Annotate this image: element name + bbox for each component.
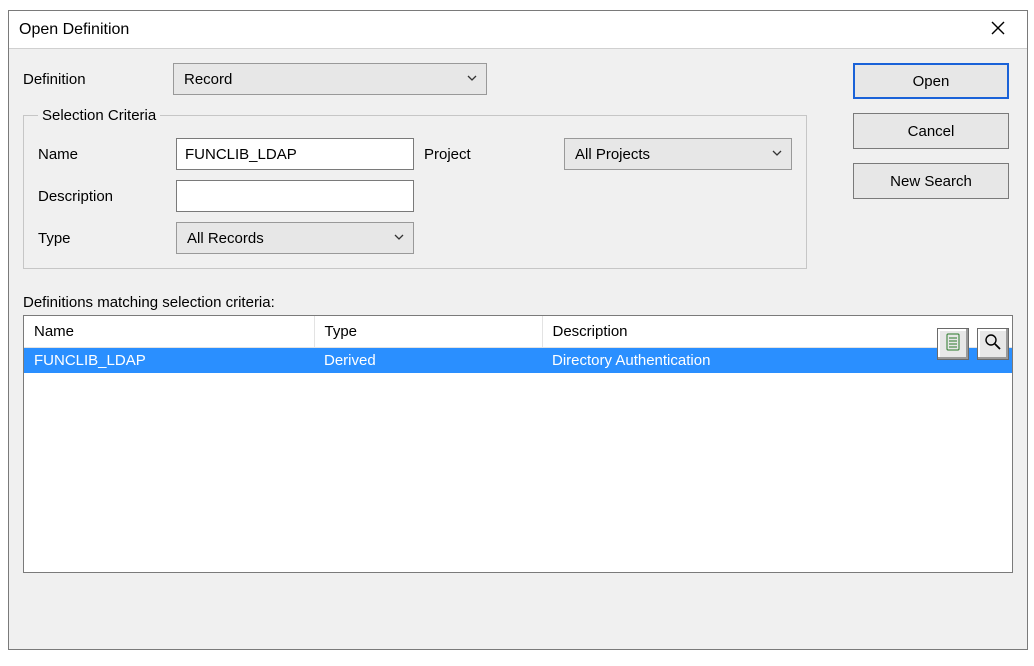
name-label: Name [38, 146, 176, 163]
description-input[interactable] [176, 180, 414, 212]
table-header-row: Name Type Description [24, 316, 1012, 348]
name-input[interactable] [176, 138, 414, 170]
open-definition-dialog: Open Definition Definition Record Select… [8, 10, 1028, 650]
criteria-row-description: Description [38, 180, 792, 212]
type-dropdown-value: All Records [187, 230, 264, 247]
open-button[interactable]: Open [853, 63, 1009, 99]
definition-label: Definition [23, 71, 173, 88]
description-label: Description [38, 188, 176, 205]
type-label: Type [38, 230, 176, 247]
list-label-row: Definitions matching selection criteria: [23, 279, 803, 311]
type-dropdown[interactable]: All Records [176, 222, 414, 254]
view-button[interactable] [977, 328, 1009, 360]
results-table: Name Type Description FUNCLIB_LDAP Deriv… [24, 316, 1012, 373]
definition-dropdown[interactable]: Record [173, 63, 487, 95]
project-dropdown[interactable]: All Projects [564, 138, 792, 170]
column-header-name[interactable]: Name [24, 316, 314, 348]
definitions-list-label: Definitions matching selection criteria: [23, 294, 803, 311]
window-title: Open Definition [19, 21, 977, 39]
cancel-button[interactable]: Cancel [853, 113, 1009, 149]
cell-type: Derived [314, 348, 542, 374]
results-grid[interactable]: Name Type Description FUNCLIB_LDAP Deriv… [23, 315, 1013, 573]
select-columns-button[interactable] [937, 328, 969, 360]
chevron-down-icon [466, 71, 478, 88]
project-dropdown-value: All Projects [575, 146, 650, 163]
title-bar: Open Definition [9, 11, 1027, 49]
criteria-row-type: Type All Records [38, 222, 792, 254]
list-icon [944, 333, 962, 355]
cell-name: FUNCLIB_LDAP [24, 348, 314, 374]
dialog-buttons: Open Cancel New Search [853, 63, 1009, 199]
criteria-row-name: Name Project All Projects [38, 138, 792, 170]
magnifier-icon [984, 333, 1002, 355]
selection-criteria-legend: Selection Criteria [38, 107, 160, 124]
chevron-down-icon [771, 146, 783, 163]
definition-dropdown-value: Record [184, 71, 232, 88]
close-icon [991, 21, 1005, 39]
new-search-button[interactable]: New Search [853, 163, 1009, 199]
table-row[interactable]: FUNCLIB_LDAP Derived Directory Authentic… [24, 348, 1012, 374]
results-toolbar [937, 328, 1009, 360]
chevron-down-icon [393, 230, 405, 247]
project-label: Project [414, 146, 564, 163]
column-header-type[interactable]: Type [314, 316, 542, 348]
close-button[interactable] [977, 11, 1019, 48]
selection-criteria-group: Selection Criteria Name Project All Proj… [23, 107, 807, 269]
